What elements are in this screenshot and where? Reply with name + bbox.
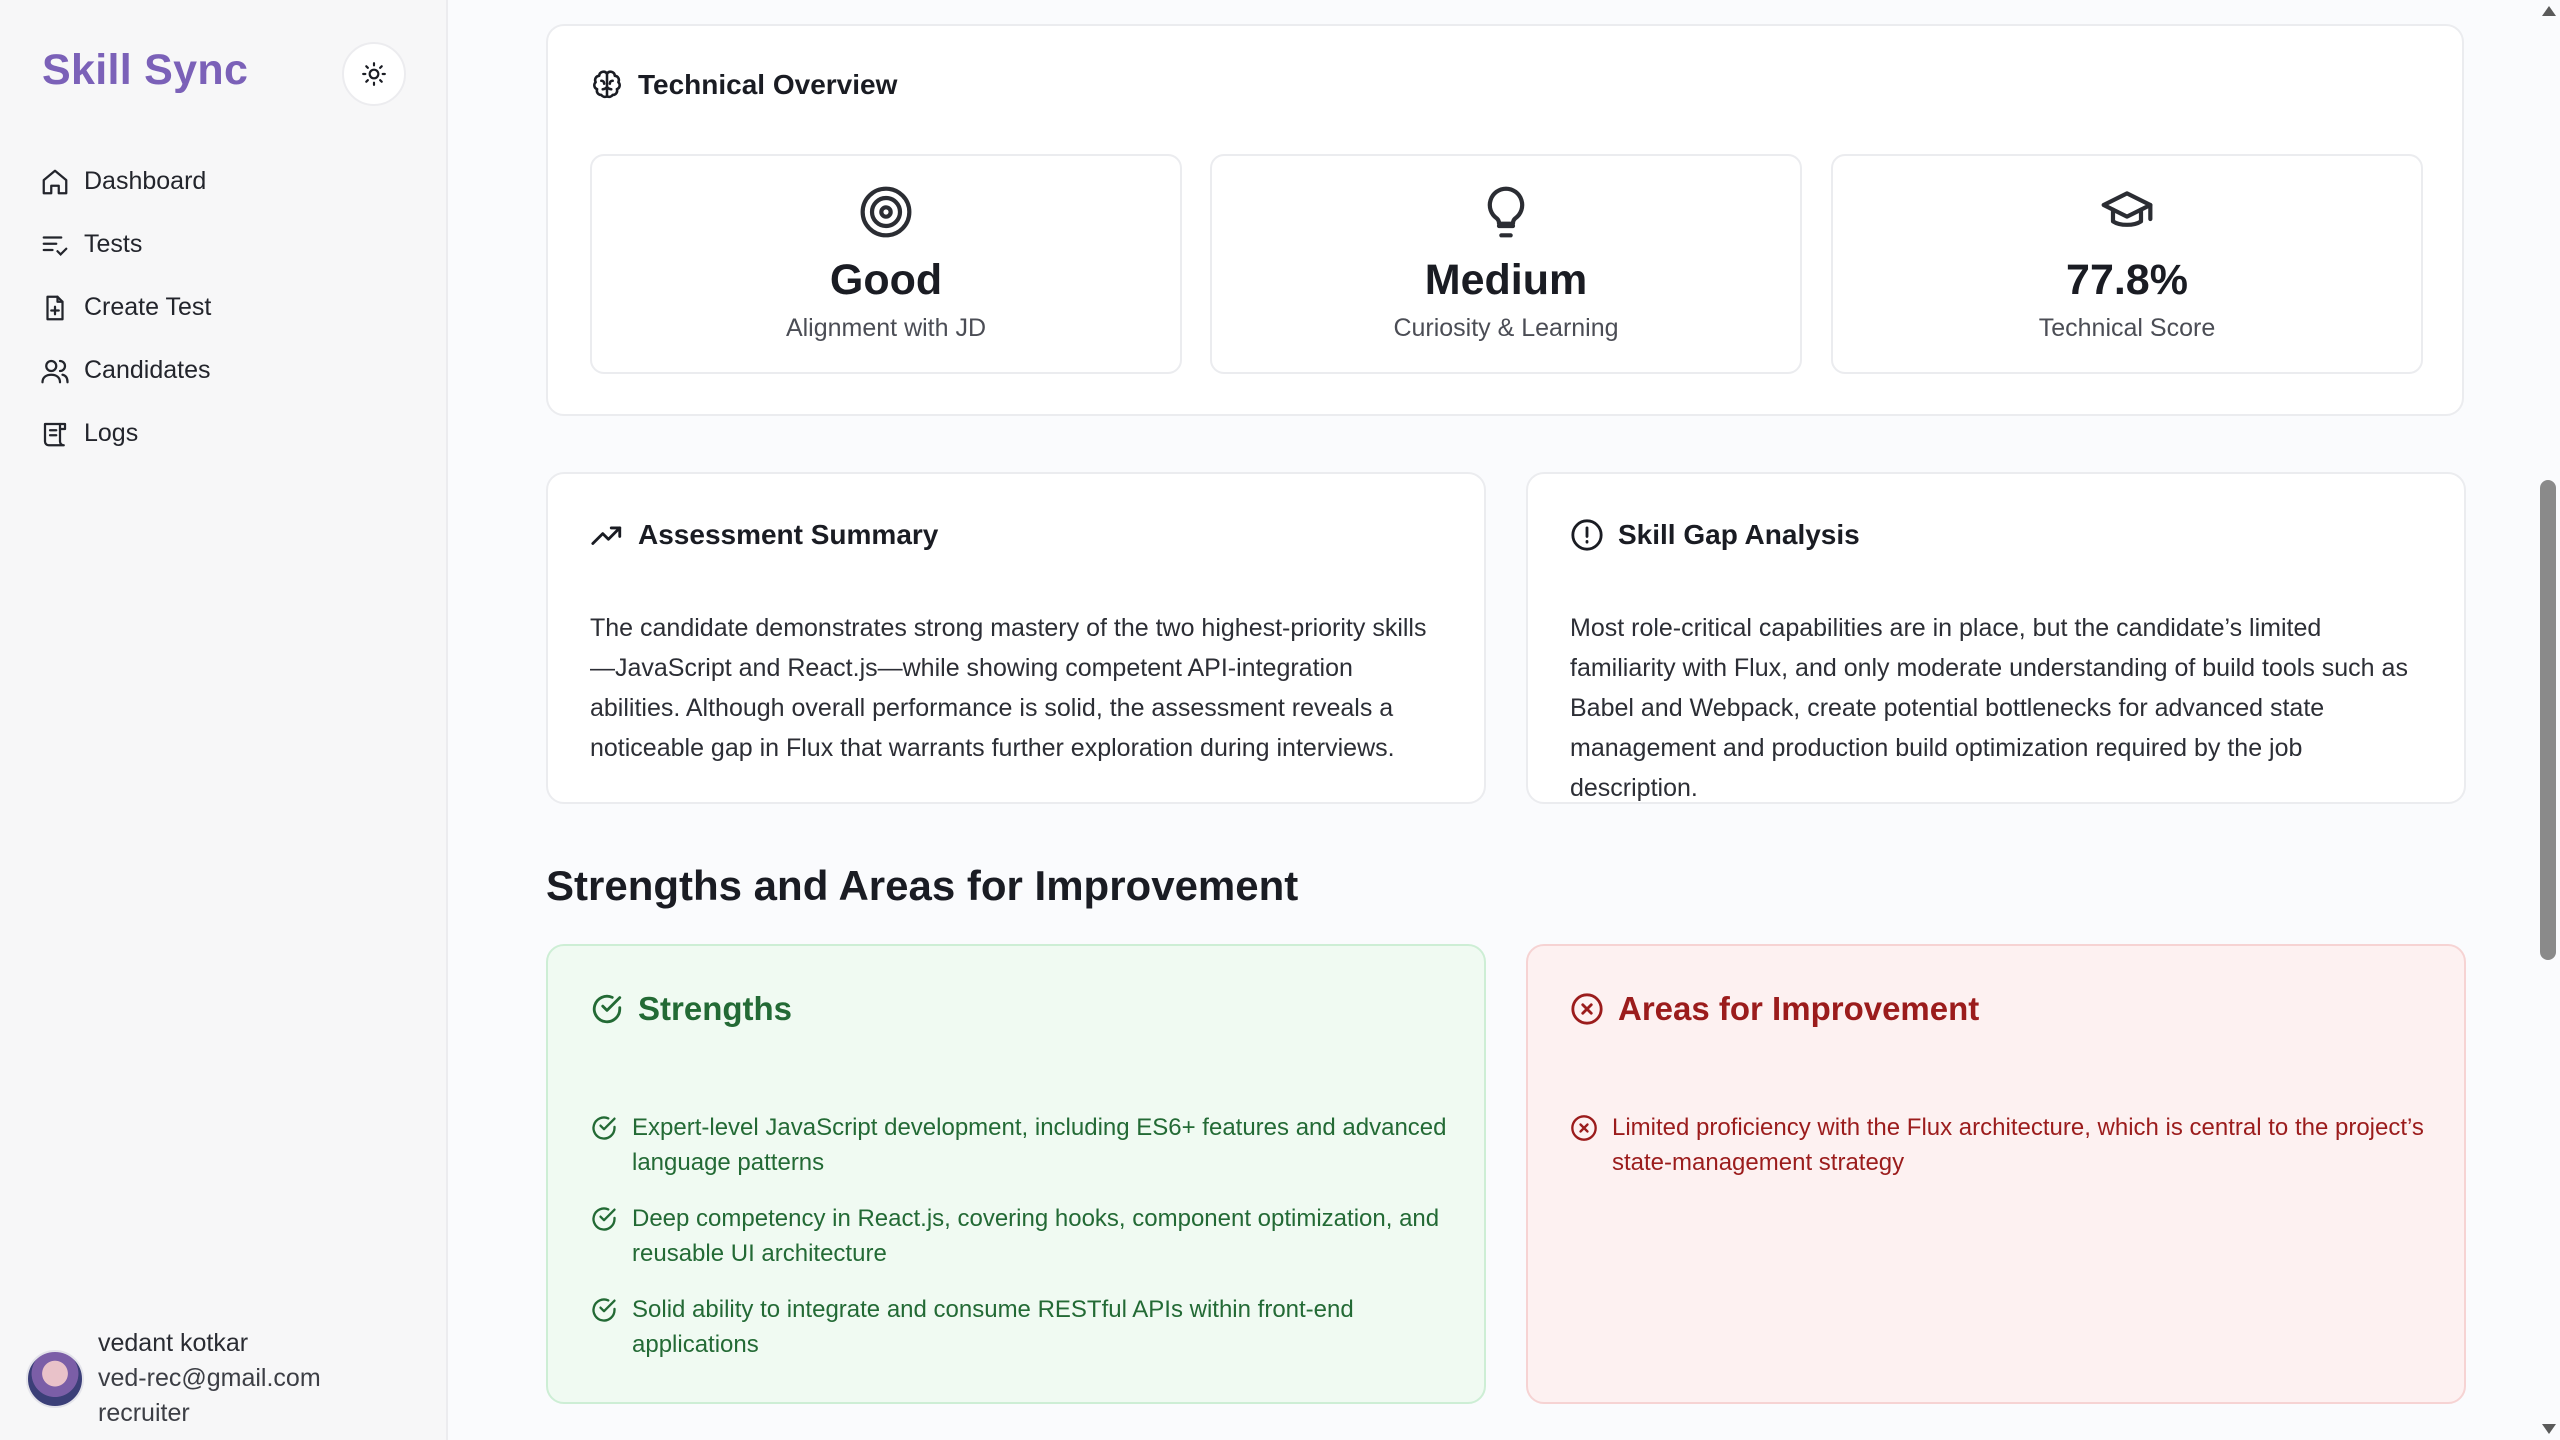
card-title-text: Technical Overview — [638, 69, 898, 100]
areas-for-improvement-card: Areas for Improvement Limited proficienc… — [1526, 944, 2466, 1404]
list-item: Deep competency in React.js, covering ho… — [590, 1201, 1450, 1271]
sidebar-item-label: Dashboard — [84, 167, 207, 195]
user-email: ved-rec@gmail.com — [98, 1364, 321, 1392]
metric-value: 77.8% — [2066, 256, 2188, 304]
skill-gap-analysis-card: Skill Gap Analysis Most role-critical ca… — [1526, 472, 2466, 804]
skill-gap-text: Most role-critical capabilities are in p… — [1570, 614, 2408, 802]
trending-up-icon — [591, 526, 622, 545]
scroll-icon — [43, 422, 67, 446]
list-item-text: Solid ability to integrate and consume R… — [632, 1296, 1354, 1358]
list-item-text: Expert-level JavaScript development, inc… — [632, 1114, 1447, 1176]
metric-label: Technical Score — [2038, 314, 2216, 342]
sun-icon — [362, 62, 386, 86]
scrollbar-thumb[interactable] — [2540, 480, 2556, 960]
check-circle-icon — [592, 1116, 616, 1140]
list-item-text: Deep competency in React.js, covering ho… — [632, 1205, 1440, 1267]
metric-value: Good — [829, 256, 943, 304]
sidebar-item-logs[interactable]: Logs — [40, 402, 420, 465]
strengths-card: Strengths Expert-level JavaScript develo… — [546, 944, 1486, 1404]
user-role: recruiter — [98, 1399, 190, 1427]
check-circle-icon — [592, 1207, 616, 1231]
metric-technical-score: 77.8% Technical Score — [1831, 154, 2423, 374]
brain-icon — [593, 70, 621, 99]
list-check-icon — [42, 235, 68, 256]
user-name: vedant kotkar — [98, 1329, 249, 1357]
check-circle-icon — [592, 994, 622, 1024]
card-title: Strengths — [590, 990, 792, 1028]
strengths-list: Expert-level JavaScript development, inc… — [590, 1110, 1450, 1383]
check-circle-icon — [592, 1298, 616, 1322]
sidebar-item-label: Tests — [84, 230, 143, 258]
file-plus-icon — [46, 295, 64, 320]
card-title-text: Skill Gap Analysis — [1618, 519, 1860, 550]
metric-label: Curiosity & Learning — [1393, 314, 1619, 342]
theme-toggle-button[interactable] — [342, 42, 406, 106]
sidebar: Skill Sync Dashboard Tests Create Test C… — [0, 0, 448, 1440]
user-info: vedant kotkar ved-rec@gmail.com recruite… — [98, 1326, 321, 1431]
metric-value: Medium — [1424, 256, 1588, 304]
metric-curiosity: Medium Curiosity & Learning — [1210, 154, 1802, 374]
lightbulb-icon — [1487, 186, 1525, 238]
user-profile[interactable]: vedant kotkar ved-rec@gmail.com recruite… — [26, 1326, 321, 1431]
list-item: Solid ability to integrate and consume R… — [590, 1292, 1450, 1362]
technical-overview-card: Technical Overview Good Alignment with J… — [546, 24, 2464, 416]
card-title: Technical Overview — [590, 68, 897, 102]
scroll-up-arrow-icon[interactable] — [2542, 6, 2556, 16]
metric-label: Alignment with JD — [785, 314, 987, 342]
alert-circle-icon — [1571, 519, 1603, 551]
sidebar-item-tests[interactable]: Tests — [40, 213, 420, 276]
sidebar-item-label: Logs — [84, 419, 139, 447]
sidebar-item-label: Create Test — [84, 293, 212, 321]
list-item: Limited proficiency with the Flux archit… — [1570, 1110, 2430, 1180]
list-item: Expert-level JavaScript development, inc… — [590, 1110, 1450, 1180]
sidebar-item-dashboard[interactable]: Dashboard — [40, 150, 420, 213]
brand-logo[interactable]: Skill Sync — [42, 46, 248, 95]
card-title-text: Assessment Summary — [638, 519, 939, 550]
x-circle-icon — [1571, 1115, 1597, 1141]
improvements-list: Limited proficiency with the Flux archit… — [1570, 1110, 2430, 1201]
sidebar-item-label: Candidates — [84, 356, 211, 384]
home-icon — [42, 169, 68, 194]
users-icon — [41, 359, 69, 383]
assessment-summary-card: Assessment Summary The candidate demonst… — [546, 472, 1486, 804]
scroll-down-arrow-icon[interactable] — [2542, 1424, 2556, 1434]
card-title: Assessment Summary — [590, 518, 938, 552]
metric-alignment: Good Alignment with JD — [590, 154, 1182, 374]
graduation-cap-icon — [2101, 191, 2153, 227]
sidebar-item-create-test[interactable]: Create Test — [40, 276, 420, 339]
list-item-text: Limited proficiency with the Flux archit… — [1612, 1114, 2424, 1176]
sidebar-nav: Dashboard Tests Create Test Candidates L… — [40, 150, 420, 465]
summary-text: The candidate demonstrates strong master… — [590, 614, 1427, 762]
target-icon — [860, 186, 912, 238]
card-title-text: Areas for Improvement — [1618, 990, 1980, 1027]
card-title-text: Strengths — [638, 990, 793, 1027]
page-scrollbar[interactable] — [2536, 0, 2560, 1440]
x-circle-icon — [1571, 993, 1603, 1025]
card-title: Areas for Improvement — [1570, 990, 1979, 1028]
avatar — [26, 1350, 84, 1408]
card-title: Skill Gap Analysis — [1570, 518, 1860, 552]
section-heading: Strengths and Areas for Improvement — [546, 862, 1299, 909]
sidebar-item-candidates[interactable]: Candidates — [40, 339, 420, 402]
